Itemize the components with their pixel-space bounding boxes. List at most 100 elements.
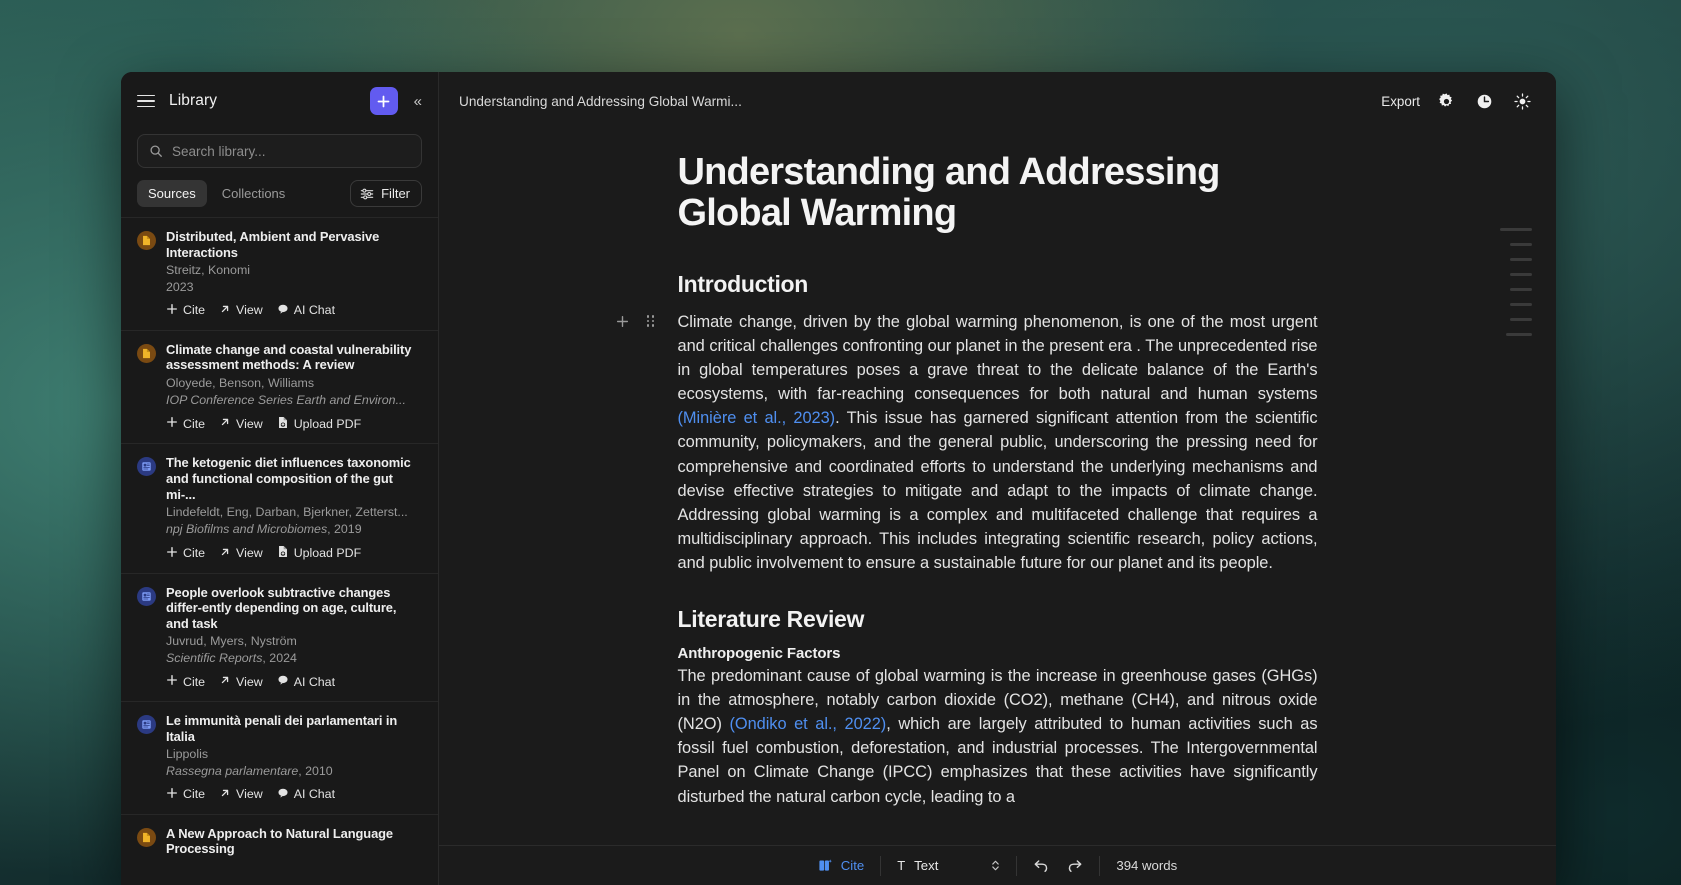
filter-button[interactable]: Filter: [350, 180, 422, 207]
source-body: Climate change and coastal vulnerability…: [166, 342, 422, 432]
source-title[interactable]: Le immunità penali dei parlamentari in I…: [166, 713, 422, 744]
editor-topbar: Understanding and Addressing Global Warm…: [439, 72, 1556, 130]
ai-chat-icon: [277, 787, 289, 802]
source-body: The ketogenic diet influences taxonomic …: [166, 455, 422, 560]
source-action-upload-pdf[interactable]: Upload PDF: [277, 545, 362, 561]
heading-introduction[interactable]: Introduction: [678, 270, 1318, 298]
upload-pdf-icon: [277, 416, 289, 432]
collapse-sidebar-button[interactable]: «: [412, 94, 424, 109]
paragraph-anthropogenic[interactable]: The predominant cause of global warming …: [678, 664, 1318, 809]
source-title[interactable]: Distributed, Ambient and Pervasive Inter…: [166, 229, 422, 260]
source-action-upload-pdf[interactable]: Upload PDF: [277, 416, 361, 432]
cite-group: Cite: [802, 856, 880, 876]
search-box[interactable]: [137, 134, 422, 168]
tab-collections[interactable]: Collections: [211, 180, 297, 207]
chevron-updown-icon: [991, 859, 1000, 872]
search-input[interactable]: [172, 143, 410, 159]
document-icon: [137, 827, 156, 847]
source-action-view[interactable]: View: [219, 546, 263, 561]
source-title[interactable]: People overlook subtractive changes diff…: [166, 585, 422, 632]
theme-toggle-button[interactable]: [1510, 89, 1534, 113]
source-action-cite[interactable]: Cite: [166, 416, 205, 431]
editor-main: Understanding and Addressing Global Warm…: [439, 72, 1556, 885]
document-tab-title[interactable]: Understanding and Addressing Global Warm…: [459, 94, 742, 109]
hamburger-icon[interactable]: [137, 94, 155, 108]
source-action-ai-chat[interactable]: AI Chat: [277, 787, 335, 802]
cite-icon: [166, 787, 178, 802]
citation-link-miniere[interactable]: (Minière et al., 2023): [678, 409, 836, 427]
outline-mark: [1510, 243, 1532, 246]
source-action-view[interactable]: View: [219, 416, 263, 431]
gear-icon: [1438, 92, 1452, 107]
page-title: Library: [169, 92, 218, 109]
source-action-cite[interactable]: Cite: [166, 674, 205, 689]
source-list-item[interactable]: People overlook subtractive changes diff…: [121, 572, 438, 701]
source-list-item[interactable]: Climate change and coastal vulnerability…: [121, 329, 438, 444]
cite-icon: [166, 416, 178, 431]
citation-link-ondiko[interactable]: (Ondiko et al., 2022): [729, 715, 886, 733]
document-outline-minimap[interactable]: [1494, 228, 1532, 336]
tab-sources[interactable]: Sources: [137, 180, 207, 207]
outline-mark: [1510, 303, 1532, 306]
source-actions: Cite View AI Chat: [166, 303, 422, 318]
source-action-view[interactable]: View: [219, 674, 263, 689]
view-icon: [219, 303, 231, 318]
source-body: Le immunità penali dei parlamentari in I…: [166, 713, 422, 802]
document-title[interactable]: Understanding and Addressing Global Warm…: [678, 152, 1318, 234]
add-block-icon[interactable]: [616, 314, 630, 328]
undo-button[interactable]: [1033, 858, 1050, 873]
document-icon: [137, 231, 156, 250]
view-icon: [219, 546, 231, 561]
settings-button[interactable]: [1434, 89, 1458, 113]
document-scroll-area[interactable]: Understanding and Addressing Global Warm…: [439, 130, 1556, 845]
document-page[interactable]: Understanding and Addressing Global Warm…: [616, 130, 1318, 845]
drag-handle-icon[interactable]: [644, 314, 658, 328]
cite-button[interactable]: Cite: [818, 858, 864, 873]
source-action-view[interactable]: View: [219, 787, 263, 802]
text-style-group: T Text: [881, 856, 1016, 876]
journal-icon: [137, 457, 156, 477]
source-authors: Juvrud, Myers, Nyström: [166, 634, 297, 649]
undo-redo-group: [1017, 856, 1099, 876]
outline-mark: [1510, 318, 1532, 321]
source-actions: Cite View AI Chat: [166, 787, 422, 802]
view-icon: [219, 416, 231, 431]
source-list-item[interactable]: Le immunità penali dei parlamentari in I…: [121, 700, 438, 814]
source-action-view[interactable]: View: [219, 303, 263, 318]
source-title[interactable]: The ketogenic diet influences taxonomic …: [166, 455, 422, 502]
source-action-label: View: [236, 787, 263, 802]
source-action-ai-chat[interactable]: AI Chat: [277, 674, 335, 689]
outline-mark: [1510, 258, 1532, 261]
history-button[interactable]: [1472, 89, 1496, 113]
source-action-cite[interactable]: Cite: [166, 303, 205, 318]
heading-anthropogenic-factors[interactable]: Anthropogenic Factors: [678, 645, 1318, 662]
add-source-button[interactable]: [369, 87, 398, 115]
source-action-ai-chat[interactable]: AI Chat: [277, 303, 335, 318]
source-list-item[interactable]: The ketogenic diet influences taxonomic …: [121, 443, 438, 572]
redo-button[interactable]: [1066, 858, 1083, 873]
source-action-label: Upload PDF: [293, 545, 362, 560]
source-title[interactable]: A New Approach to Natural Language Proce…: [166, 826, 422, 857]
text-style-dropdown[interactable]: T Text: [897, 858, 1000, 873]
source-action-label: AI Chat: [293, 787, 336, 802]
source-action-label: Cite: [183, 787, 206, 802]
source-action-label: View: [236, 674, 263, 689]
source-venue-year: Scientific Reports, 2024: [166, 651, 297, 666]
source-title[interactable]: Climate change and coastal vulnerability…: [166, 342, 422, 373]
word-count-group: 394 words: [1100, 856, 1193, 876]
document-icon: [137, 343, 156, 363]
word-count: 394 words: [1116, 858, 1178, 873]
paragraph-intro[interactable]: Climate change, driven by the global war…: [678, 310, 1318, 575]
heading-literature-review[interactable]: Literature Review: [678, 605, 1318, 633]
source-list-item[interactable]: Distributed, Ambient and Pervasive Inter…: [121, 217, 438, 330]
source-authors: Oloyede, Benson, Williams: [166, 375, 315, 390]
cite-book-icon: [819, 859, 832, 871]
source-list-item[interactable]: A New Approach to Natural Language Proce…: [121, 813, 438, 869]
export-button[interactable]: Export: [1381, 94, 1420, 109]
upload-pdf-icon: [277, 545, 289, 561]
source-action-cite[interactable]: Cite: [166, 546, 205, 561]
intro-text-part2: . This issue has garnered significant at…: [677, 409, 1318, 572]
history-clock-icon: [1477, 94, 1491, 108]
source-venue-year: npj Biofilms and Microbiomes, 2019: [166, 522, 362, 537]
source-action-cite[interactable]: Cite: [166, 787, 205, 802]
